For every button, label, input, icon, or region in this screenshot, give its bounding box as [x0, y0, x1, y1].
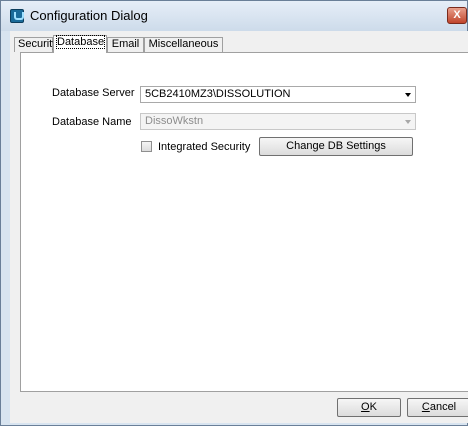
ok-mnemonic: O [361, 401, 370, 413]
change-db-settings-button[interactable]: Change DB Settings [259, 137, 413, 156]
dropdown-arrow-icon [405, 120, 411, 124]
tab-miscellaneous[interactable]: Miscellaneous [144, 37, 223, 52]
database-server-value: 5CB2410MZ3\DISSOLUTION [145, 88, 291, 100]
database-name-label: Database Name [52, 116, 132, 128]
app-shield-icon [10, 9, 24, 23]
tab-email-label: Email [111, 38, 140, 50]
configuration-dialog: Configuration Dialog X Security Database… [0, 0, 468, 426]
tab-email[interactable]: Email [107, 37, 144, 52]
database-name-combo: DissoWkstn [140, 113, 416, 130]
ok-button[interactable]: OK [337, 398, 401, 417]
tab-database-label: Database [55, 35, 106, 49]
dropdown-arrow-icon[interactable] [405, 93, 411, 97]
cancel-mnemonic: C [421, 401, 430, 413]
close-button[interactable]: X [447, 7, 467, 24]
database-tab-panel [20, 52, 468, 392]
ok-label-rest: K [369, 401, 377, 413]
title-bar[interactable]: Configuration Dialog X [1, 1, 467, 31]
database-name-value: DissoWkstn [145, 115, 204, 127]
tab-miscellaneous-label: Miscellaneous [148, 38, 219, 50]
cancel-label-rest: ancel [429, 401, 457, 413]
cancel-button[interactable]: Cancel [407, 398, 468, 417]
integrated-security-checkbox[interactable] [141, 141, 152, 152]
window-title: Configuration Dialog [30, 8, 148, 23]
database-server-label: Database Server [52, 87, 135, 99]
integrated-security-label[interactable]: Integrated Security [158, 141, 250, 153]
tab-security-label: Security [18, 38, 58, 50]
tab-database[interactable]: Database [53, 35, 107, 53]
database-server-combo[interactable]: 5CB2410MZ3\DISSOLUTION [140, 86, 416, 103]
tab-security[interactable]: Security [14, 37, 58, 52]
